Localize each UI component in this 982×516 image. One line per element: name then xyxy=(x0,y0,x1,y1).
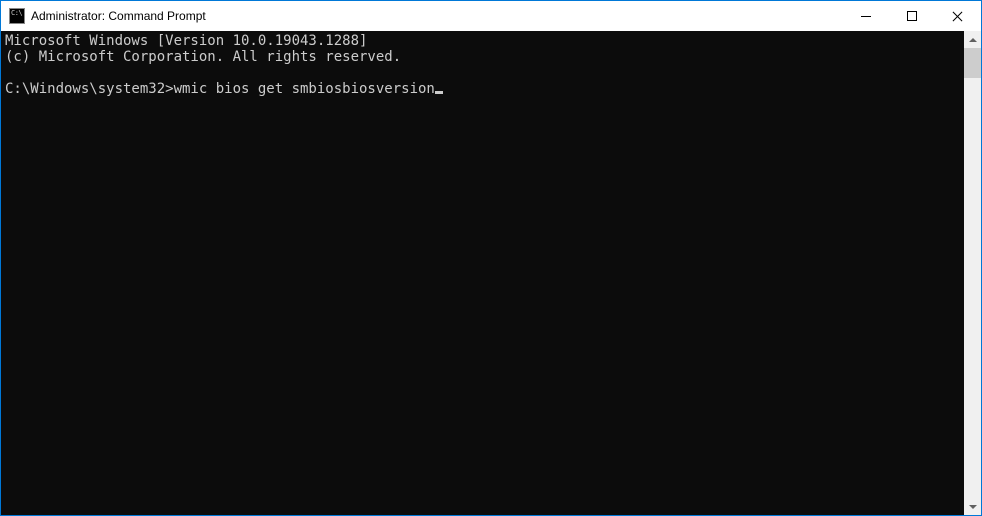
command-prompt-icon: C:\ xyxy=(9,8,25,24)
terminal-output[interactable]: Microsoft Windows [Version 10.0.19043.12… xyxy=(1,31,964,515)
maximize-icon xyxy=(907,11,917,21)
minimize-button[interactable] xyxy=(843,1,889,31)
close-button[interactable] xyxy=(935,1,981,31)
terminal-line: C:\Windows\system32>wmic bios get smbios… xyxy=(5,81,435,97)
window-controls xyxy=(843,1,981,31)
scrollbar-down-button[interactable] xyxy=(964,498,981,515)
terminal-area: Microsoft Windows [Version 10.0.19043.12… xyxy=(1,31,981,515)
cursor xyxy=(435,91,443,94)
scrollbar-up-button[interactable] xyxy=(964,31,981,48)
command-prompt-window: C:\ Administrator: Command Prompt Micros… xyxy=(0,0,982,516)
titlebar[interactable]: C:\ Administrator: Command Prompt xyxy=(1,1,981,31)
chevron-down-icon xyxy=(969,505,977,509)
close-icon xyxy=(952,10,964,22)
minimize-icon xyxy=(861,16,871,17)
terminal-line: Microsoft Windows [Version 10.0.19043.12… xyxy=(5,33,367,49)
terminal-line: (c) Microsoft Corporation. All rights re… xyxy=(5,49,401,65)
window-title: Administrator: Command Prompt xyxy=(31,9,206,23)
command-prompt-icon-glyph: C:\ xyxy=(11,10,22,17)
chevron-up-icon xyxy=(969,38,977,42)
maximize-button[interactable] xyxy=(889,1,935,31)
scrollbar-thumb[interactable] xyxy=(964,48,981,78)
titlebar-left: C:\ Administrator: Command Prompt xyxy=(9,8,206,24)
scrollbar-track[interactable] xyxy=(964,48,981,498)
vertical-scrollbar[interactable] xyxy=(964,31,981,515)
